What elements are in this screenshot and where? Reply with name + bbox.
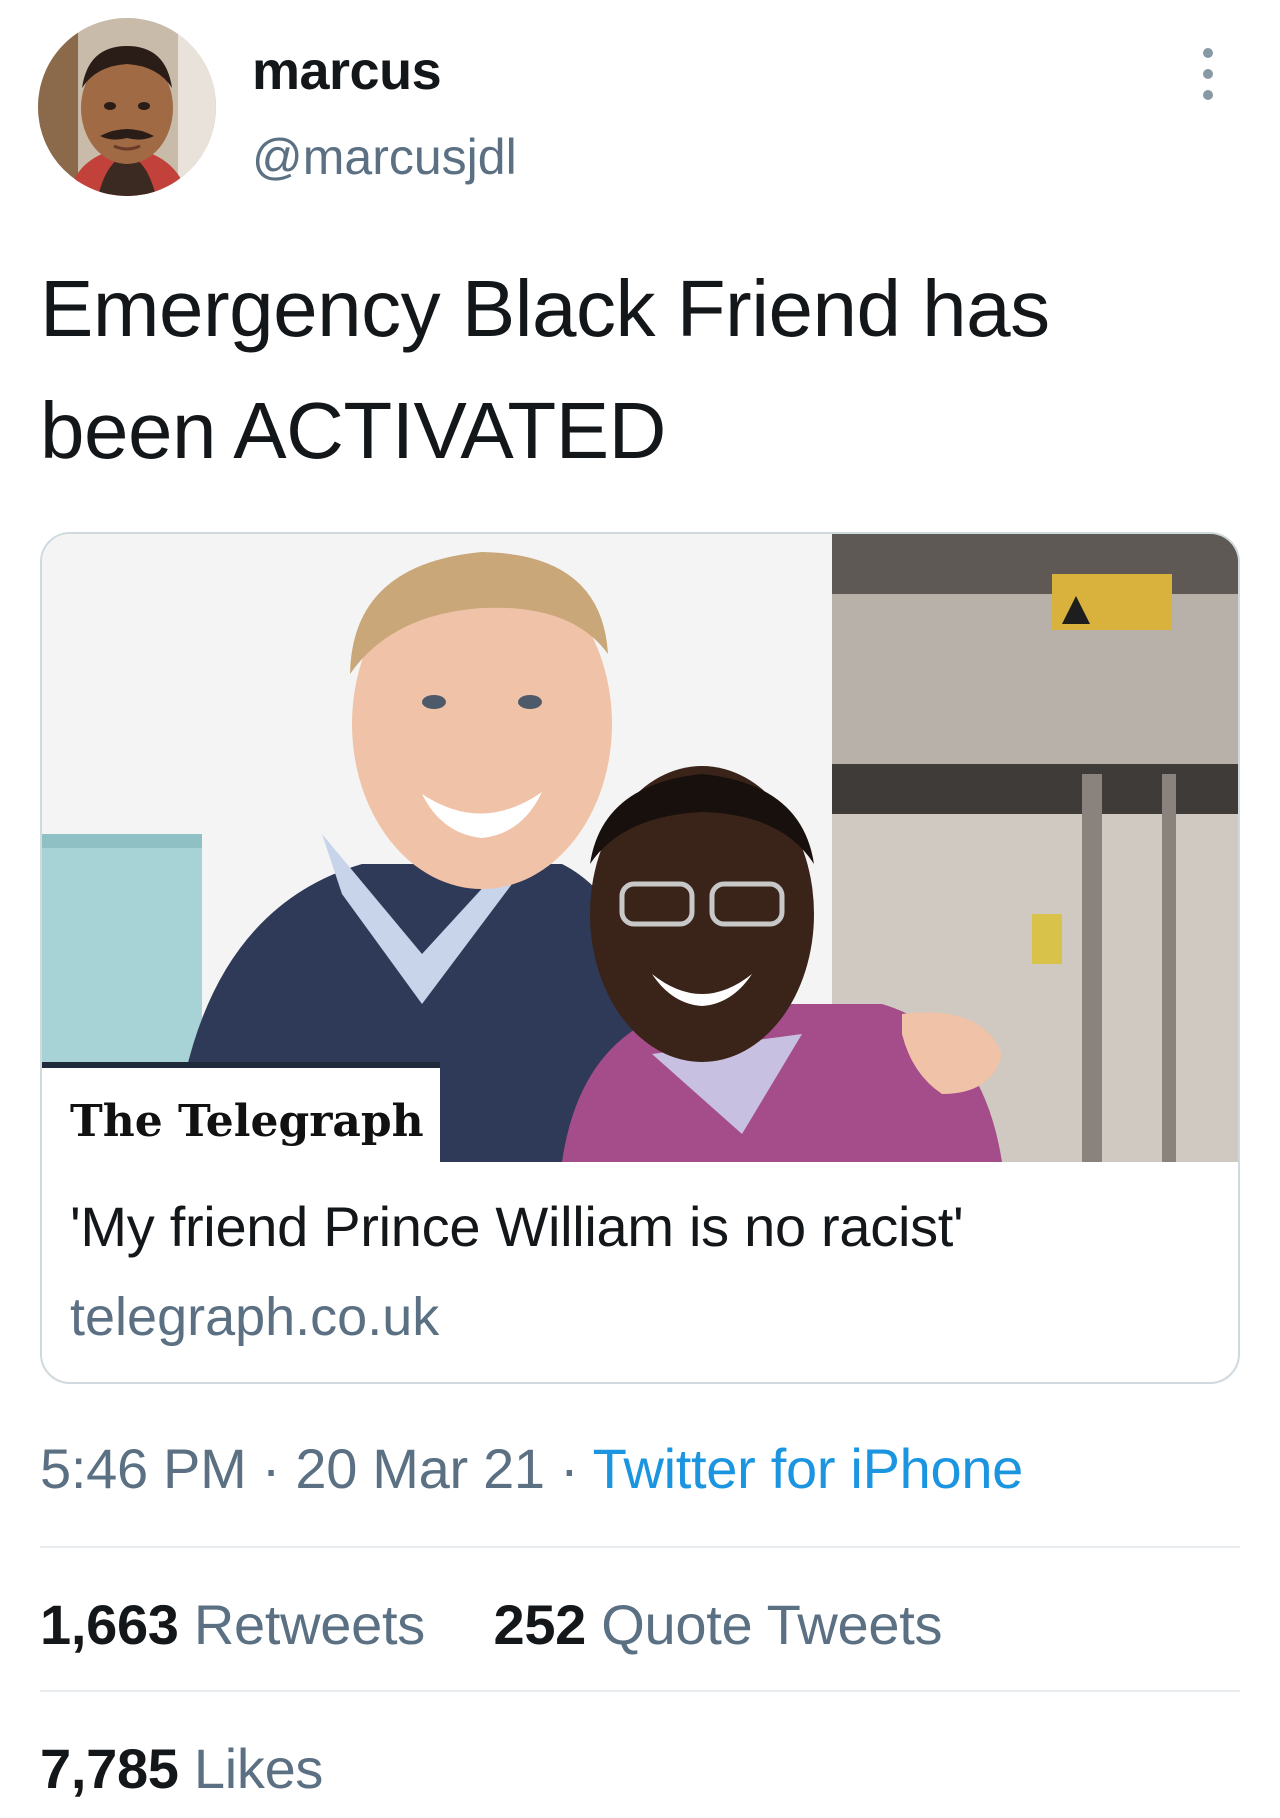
retweets-count: 1,663 bbox=[40, 1593, 179, 1656]
tweet-source-link[interactable]: Twitter for iPhone bbox=[593, 1437, 1024, 1500]
tweet-date[interactable]: 20 Mar 21 bbox=[295, 1437, 545, 1500]
tweet-time[interactable]: 5:46 PM bbox=[40, 1437, 247, 1500]
more-vertical-icon[interactable] bbox=[1196, 48, 1220, 100]
likes-stat[interactable]: 7,785 Likes bbox=[40, 1736, 323, 1801]
more-dot bbox=[1203, 48, 1213, 58]
tweet-meta: 5:46 PM · 20 Mar 21 · Twitter for iPhone bbox=[40, 1436, 1023, 1501]
link-preview-card[interactable]: The Telegraph 'My friend Prince William … bbox=[40, 532, 1240, 1384]
retweets-label: Retweets bbox=[193, 1593, 425, 1656]
meta-separator: · bbox=[261, 1437, 281, 1500]
tweet-text-line: Emergency Black Friend has bbox=[40, 264, 1050, 353]
display-name[interactable]: marcus bbox=[252, 40, 442, 102]
more-dot bbox=[1203, 90, 1213, 100]
meta-separator: · bbox=[560, 1437, 579, 1500]
user-handle[interactable]: @marcusjdl bbox=[252, 128, 517, 186]
likes-label: Likes bbox=[193, 1737, 324, 1800]
tweet-text: Emergency Black Friend has been ACTIVATE… bbox=[40, 248, 1240, 492]
divider bbox=[40, 1690, 1240, 1692]
quote-tweets-stat[interactable]: 252 Quote Tweets bbox=[478, 1593, 942, 1656]
card-image: The Telegraph bbox=[42, 534, 1238, 1162]
divider bbox=[40, 1546, 1240, 1548]
card-domain[interactable]: telegraph.co.uk bbox=[70, 1286, 439, 1348]
quote-tweets-label: Quote Tweets bbox=[601, 1593, 943, 1656]
more-dot bbox=[1203, 69, 1213, 79]
likes-count: 7,785 bbox=[40, 1737, 179, 1800]
tweet-text-line: been ACTIVATED bbox=[40, 386, 666, 475]
retweets-stat[interactable]: 1,663 Retweets bbox=[40, 1593, 440, 1656]
engagement-stats-row: 1,663 Retweets 252 Quote Tweets bbox=[40, 1592, 943, 1657]
card-title[interactable]: 'My friend Prince William is no racist' bbox=[70, 1194, 964, 1259]
publisher-logo: The Telegraph bbox=[70, 1096, 424, 1147]
quote-tweets-count: 252 bbox=[493, 1593, 587, 1656]
avatar[interactable] bbox=[38, 18, 216, 196]
avatar-photo bbox=[38, 18, 216, 196]
